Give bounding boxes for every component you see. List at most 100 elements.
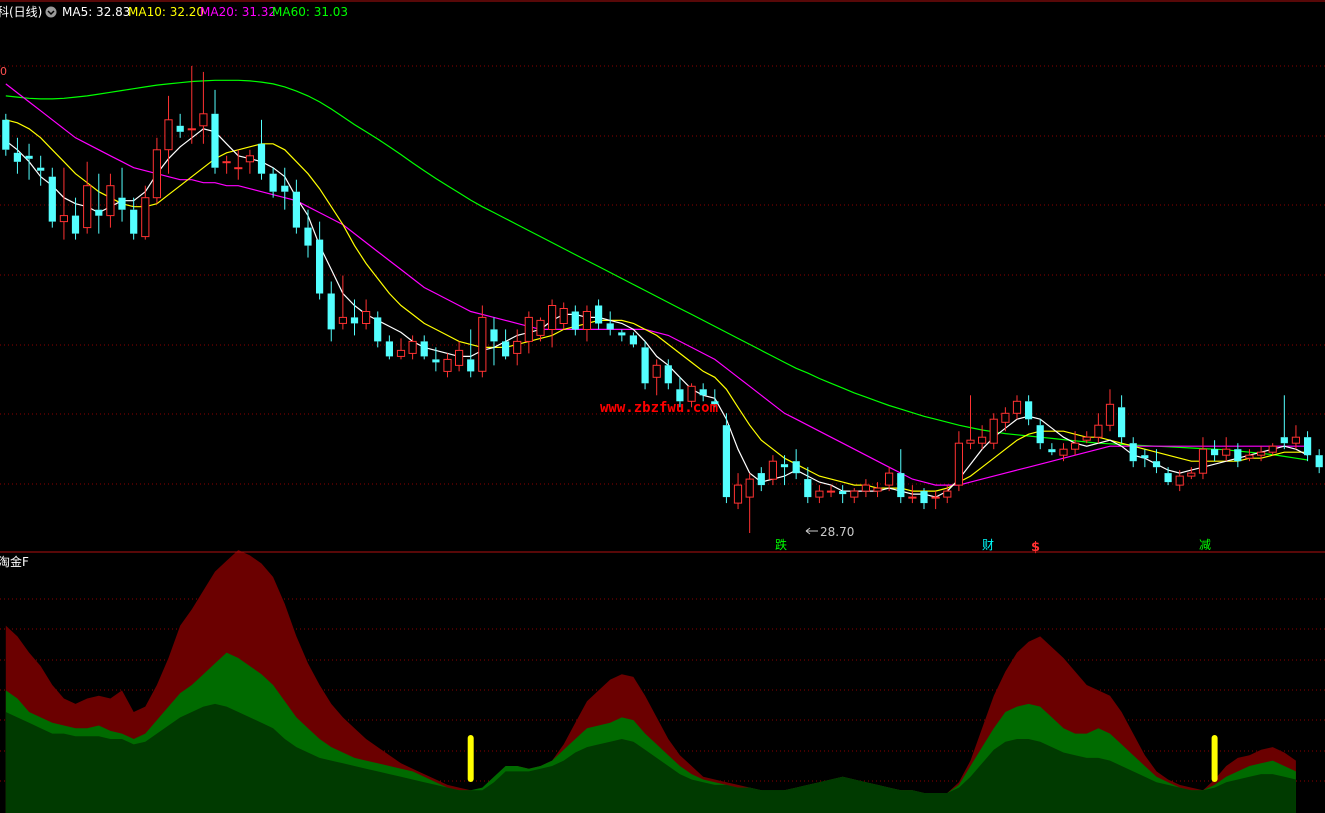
candle xyxy=(2,113,10,156)
candle xyxy=(304,209,312,258)
candle xyxy=(897,449,905,504)
indicator-areas xyxy=(5,550,1296,813)
candle xyxy=(618,329,626,342)
candle xyxy=(37,155,45,186)
candle xyxy=(966,395,975,450)
candle xyxy=(815,485,824,504)
candle xyxy=(733,473,743,510)
candle xyxy=(1315,449,1323,474)
candle xyxy=(176,113,184,138)
candle xyxy=(1198,437,1208,480)
watermark: www.zbzfwu.com xyxy=(600,400,718,416)
candle xyxy=(130,197,138,240)
candle xyxy=(629,332,637,348)
candle xyxy=(1001,407,1010,432)
ma5-line-group xyxy=(5,128,1308,498)
candle xyxy=(1129,437,1137,468)
candle xyxy=(954,431,963,492)
candle xyxy=(989,413,998,450)
buy-signal-bar xyxy=(1211,735,1218,782)
stock-title: 科(日线) xyxy=(0,5,42,19)
ma5-label: MA5: 32.83 xyxy=(62,5,130,19)
stock-chart[interactable]: 科(日线) MA5: 32.83 MA10: 32.20 MA20: 31.32… xyxy=(0,0,1325,813)
candle xyxy=(222,155,231,174)
candle xyxy=(850,488,859,504)
candle xyxy=(931,491,940,510)
candle xyxy=(455,341,464,372)
candle xyxy=(374,311,382,348)
candle xyxy=(571,305,579,336)
candle xyxy=(1164,467,1172,486)
ma10-line xyxy=(5,119,1308,492)
candle xyxy=(1257,446,1266,462)
candle xyxy=(1105,389,1115,432)
candle xyxy=(804,467,812,504)
candle xyxy=(792,449,800,480)
indicator-title: 淘金F xyxy=(0,554,29,569)
candle xyxy=(350,299,359,336)
signal-cai: 财 xyxy=(982,538,994,552)
buy-signal-bar xyxy=(467,735,474,782)
candle xyxy=(652,359,661,396)
candle xyxy=(83,161,92,234)
candle xyxy=(641,341,649,390)
candle xyxy=(420,335,428,360)
candle xyxy=(722,413,730,504)
candle xyxy=(582,305,591,342)
low-price-label: 28.70 xyxy=(820,525,854,539)
candle xyxy=(1036,419,1044,450)
candle xyxy=(48,167,56,228)
candle xyxy=(118,167,126,222)
candle xyxy=(199,71,208,144)
candle xyxy=(1141,449,1149,468)
candle xyxy=(396,338,406,360)
candle xyxy=(1268,443,1277,456)
candle xyxy=(25,143,33,180)
candle xyxy=(106,173,115,228)
signal-jian: 减 xyxy=(1199,538,1211,552)
candle xyxy=(699,383,707,402)
candle xyxy=(1280,395,1288,450)
candle xyxy=(59,167,68,240)
candle xyxy=(1118,395,1126,444)
candle xyxy=(490,317,498,366)
ma10-line-group xyxy=(5,119,1308,492)
candle xyxy=(1304,431,1312,462)
signal-die: 跌 xyxy=(775,537,787,552)
candle xyxy=(768,455,777,486)
candle xyxy=(234,149,243,180)
candle xyxy=(327,281,335,342)
candle xyxy=(13,137,21,174)
candle xyxy=(548,299,557,348)
candle xyxy=(385,335,393,360)
candle xyxy=(595,299,603,330)
candle xyxy=(292,179,300,234)
candle xyxy=(316,221,324,300)
candle xyxy=(338,275,347,330)
candle xyxy=(1025,395,1033,426)
candle xyxy=(95,173,103,234)
candle xyxy=(269,167,277,198)
candle xyxy=(861,479,870,498)
candle xyxy=(1175,470,1184,492)
candle xyxy=(978,425,987,450)
candle xyxy=(839,485,847,504)
candle xyxy=(502,329,510,360)
candle xyxy=(1012,395,1022,420)
candle xyxy=(559,302,568,330)
candle xyxy=(443,353,452,378)
candle xyxy=(257,119,266,180)
chevron-down-icon[interactable] xyxy=(45,6,57,18)
candle xyxy=(478,305,487,378)
candle xyxy=(1291,425,1301,450)
candle xyxy=(1211,440,1219,462)
candle xyxy=(1094,413,1103,444)
price-axis-label: 0 xyxy=(0,65,7,78)
candle xyxy=(1222,437,1231,462)
signal-dollar: $ xyxy=(1031,540,1040,555)
candle xyxy=(606,311,614,336)
candle xyxy=(757,467,765,492)
candle xyxy=(920,488,928,510)
candle xyxy=(245,149,255,174)
candle xyxy=(152,137,162,204)
